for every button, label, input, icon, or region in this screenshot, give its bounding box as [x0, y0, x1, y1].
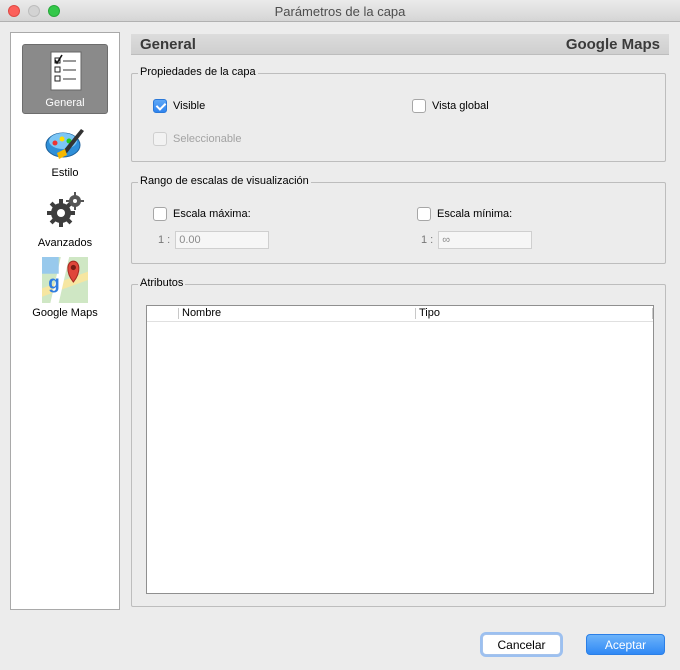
- selectable-label: Seleccionable: [173, 133, 242, 145]
- group-title: Rango de escalas de visualización: [138, 175, 311, 187]
- window-title: Parámetros de la capa: [274, 4, 406, 19]
- table-header: Nombre Tipo: [147, 306, 653, 322]
- max-scale-label: Escala máxima:: [173, 208, 251, 220]
- max-scale-input[interactable]: [175, 231, 270, 249]
- visible-checkbox[interactable]: [153, 99, 167, 113]
- sidebar-item-label: General: [45, 97, 85, 109]
- palette-brush-icon: [45, 129, 84, 159]
- sidebar: General Estilo Avanzados g Google Maps: [10, 32, 120, 610]
- global-view-label: Vista global: [432, 100, 489, 112]
- title-bar: Parámetros de la capa: [0, 0, 680, 22]
- panel-title: General: [140, 36, 196, 53]
- group-title: Propiedades de la capa: [138, 66, 258, 78]
- layer-properties-group: Propiedades de la capa Visible Vista glo…: [131, 66, 666, 162]
- selectable-checkbox-row: Seleccionable: [153, 131, 242, 147]
- panel-header: General Google Maps: [131, 34, 669, 55]
- svg-text:g: g: [48, 271, 59, 292]
- checklist-icon: [50, 51, 82, 91]
- sidebar-item-avanzados[interactable]: Avanzados: [22, 185, 108, 255]
- column-separator[interactable]: [178, 308, 179, 319]
- min-scale-checkbox-row[interactable]: Escala mínima:: [417, 206, 512, 222]
- max-scale-checkbox[interactable]: [153, 207, 167, 221]
- accept-button[interactable]: Aceptar: [586, 634, 665, 655]
- max-scale-checkbox-row[interactable]: Escala máxima:: [153, 206, 251, 222]
- min-scale-label: Escala mínima:: [437, 208, 513, 220]
- column-header-type[interactable]: Tipo: [419, 307, 440, 320]
- global-view-checkbox-row[interactable]: Vista global: [412, 98, 489, 114]
- gears-icon: [47, 192, 84, 227]
- min-scale-checkbox[interactable]: [417, 207, 431, 221]
- sidebar-item-label: Avanzados: [37, 237, 93, 249]
- sidebar-item-general[interactable]: General: [22, 44, 108, 114]
- visible-label: Visible: [173, 100, 206, 112]
- min-scale-ratio: 1 :: [421, 231, 533, 249]
- sidebar-item-label: Google Maps: [32, 307, 98, 319]
- sidebar-item-estilo[interactable]: Estilo: [22, 115, 108, 185]
- panel-layer-name: Google Maps: [565, 36, 660, 53]
- column-separator[interactable]: [415, 308, 416, 319]
- scale-range-group: Rango de escalas de visualización Escala…: [131, 175, 666, 264]
- ratio-prefix: 1 :: [421, 234, 434, 246]
- google-maps-icon: g: [42, 257, 88, 303]
- max-scale-ratio: 1 :: [158, 231, 270, 249]
- attributes-table[interactable]: Nombre Tipo: [146, 305, 654, 594]
- global-view-checkbox[interactable]: [412, 99, 426, 113]
- group-title: Atributos: [138, 277, 186, 289]
- ratio-prefix: 1 :: [158, 234, 171, 246]
- cancel-button[interactable]: Cancelar: [482, 634, 561, 655]
- min-scale-input[interactable]: [438, 231, 533, 249]
- visible-checkbox-row[interactable]: Visible: [153, 98, 205, 114]
- column-separator[interactable]: [652, 308, 653, 319]
- column-header-name[interactable]: Nombre: [182, 307, 221, 320]
- sidebar-item-label: Estilo: [51, 167, 79, 179]
- selectable-checkbox: [153, 132, 167, 146]
- sidebar-item-google-maps[interactable]: g Google Maps: [22, 255, 108, 325]
